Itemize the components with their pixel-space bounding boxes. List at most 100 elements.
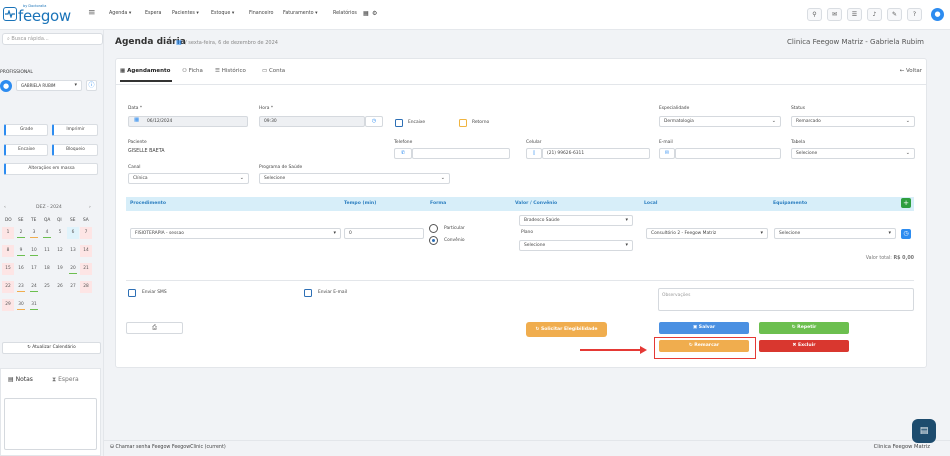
calendar-day[interactable]: 8 (2, 245, 14, 257)
logo-text[interactable]: feegow (18, 7, 71, 25)
programa-select[interactable]: Selecione ⌄ (259, 173, 450, 184)
calendar-day[interactable]: 22 (2, 281, 14, 293)
chat-icon[interactable]: ✎ (887, 8, 902, 21)
calendar-day[interactable]: 28 (80, 281, 92, 293)
print-button[interactable]: ⎙ (126, 322, 183, 334)
calendar-day[interactable]: 1 (2, 227, 14, 239)
imprimir-button[interactable]: Imprimir (52, 124, 98, 136)
link-icon[interactable]: ⚲ (807, 8, 822, 21)
nav-estoque[interactable]: Estoque ▾ (211, 11, 234, 16)
solicitar-elegibilidade-button[interactable]: ↻ Solicitar Elegibilidade (526, 322, 607, 337)
calendar-icon[interactable]: ▦ (176, 39, 182, 46)
calendar-day[interactable]: 10 (28, 245, 40, 257)
calendar-day[interactable]: 4 (41, 227, 53, 239)
espera-tab[interactable]: ⧗ Espera (52, 376, 79, 384)
equipment-schedule-icon[interactable]: ◷ (901, 229, 911, 239)
nav-financeiro[interactable]: Financeiro (249, 11, 274, 16)
calendar-day[interactable]: 30 (15, 299, 27, 311)
tab-historico[interactable]: ☰ Histórico (215, 68, 246, 74)
prev-month-icon[interactable]: ‹ (4, 205, 6, 210)
add-procedure-button[interactable]: + (901, 198, 911, 208)
particular-radio[interactable] (429, 224, 438, 233)
plano-select[interactable]: Selecione ▾ (519, 240, 633, 251)
enviar-sms-checkbox[interactable] (128, 289, 136, 297)
repetir-button[interactable]: ↻ Repetir (759, 322, 849, 334)
next-month-icon[interactable]: › (89, 205, 91, 210)
observacoes-textarea[interactable]: Observações (658, 288, 914, 311)
settings-nav-icon[interactable]: ⚙ (372, 10, 377, 17)
enviar-email-checkbox[interactable] (304, 289, 312, 297)
procedimento-select[interactable]: FISIOTERAPIA - sessao ▾ (130, 228, 341, 239)
grade-button[interactable]: Grade (4, 124, 48, 136)
nav-faturamento[interactable]: Faturamento ▾ (283, 11, 318, 16)
calendar-day[interactable]: 13 (67, 245, 79, 257)
convenio-radio[interactable] (429, 236, 438, 245)
calendar-day[interactable]: 15 (2, 263, 14, 275)
encaixe-button[interactable]: Encaixe (4, 144, 48, 156)
calendar-day[interactable]: 11 (41, 245, 53, 257)
chat-widget-icon[interactable]: ▤ (912, 419, 936, 443)
info-icon[interactable]: ⓘ (86, 80, 97, 91)
date-picker-icon[interactable]: ▦ (134, 117, 139, 123)
retorno-checkbox[interactable] (459, 119, 467, 127)
calendar-day[interactable]: 2 (15, 227, 27, 239)
status-select[interactable]: Remarcado ⌄ (791, 116, 915, 127)
nav-agenda[interactable]: Agenda ▾ (109, 11, 131, 16)
voltar-link[interactable]: ← Voltar (900, 68, 922, 74)
menu-icon[interactable]: ≡ (88, 8, 96, 18)
list-icon[interactable]: ☰ (847, 8, 862, 21)
calendar-day[interactable]: 9 (15, 245, 27, 257)
calendar-day[interactable]: 27 (67, 281, 79, 293)
paciente-value[interactable]: GISELLE BAETA (128, 149, 165, 154)
message-icon[interactable]: ✉ (827, 8, 842, 21)
tempo-input[interactable]: 0 (344, 228, 424, 239)
search-input[interactable]: ⌕ Busca rápida... (2, 33, 103, 45)
canal-select[interactable]: Clínica ⌄ (128, 173, 249, 184)
email-input[interactable] (675, 148, 781, 159)
atualizar-calendario-button[interactable]: ↻ Atualizar Calendário (2, 342, 101, 354)
calendar-day[interactable]: 21 (80, 263, 92, 275)
alteracoes-massa-button[interactable]: Alterações em massa (4, 163, 98, 175)
telefone-input[interactable] (412, 148, 510, 159)
convenio-select[interactable]: Bradesco Saúde ▾ (519, 215, 633, 226)
bell-icon[interactable]: ♪ (867, 8, 882, 21)
tab-ficha[interactable]: ⚇ Ficha (182, 68, 203, 74)
equipamento-select[interactable]: Selecione ▾ (774, 228, 896, 239)
calendar-day[interactable]: 17 (28, 263, 40, 275)
especialidade-select[interactable]: Dermatologia ⌄ (659, 116, 781, 127)
calendar-day[interactable]: 24 (28, 281, 40, 293)
calendar-day[interactable]: 23 (15, 281, 27, 293)
help-icon[interactable]: ? (907, 8, 922, 21)
celular-input[interactable]: (21) 99626-6311 (542, 148, 650, 159)
calendar-day[interactable]: 19 (54, 263, 66, 275)
calendar-day[interactable]: 6 (67, 227, 79, 239)
nav-relatorios[interactable]: Relatórios (333, 11, 357, 16)
user-avatar[interactable]: ● (931, 8, 944, 21)
calendar-day[interactable]: 20 (67, 263, 79, 275)
bloqueio-button[interactable]: Bloqueio (52, 144, 98, 156)
calendar-day[interactable]: 12 (54, 245, 66, 257)
nav-espera[interactable]: Espera (145, 11, 161, 16)
calendar-day[interactable]: 14 (80, 245, 92, 257)
encaixe-checkbox[interactable] (395, 119, 403, 127)
calendar-day[interactable]: 18 (41, 263, 53, 275)
calendar-day[interactable]: 5 (54, 227, 66, 239)
calendar-day[interactable]: 25 (41, 281, 53, 293)
calendar-day[interactable]: 16 (15, 263, 27, 275)
profissional-select[interactable]: GABRIELA RUBIM ▾ (16, 80, 82, 91)
hora-input[interactable]: 09:30 (259, 116, 365, 127)
data-input[interactable]: 06/12/2024 (128, 116, 248, 127)
clock-icon[interactable]: ◷ (365, 116, 383, 127)
footer-left[interactable]: ⛁ Chamar senha Feegow FeegowClinic (curr… (110, 445, 226, 450)
nav-pacientes[interactable]: Pacientes ▾ (172, 11, 199, 16)
local-select[interactable]: Consultório 2 - Feegow Matriz ▾ (646, 228, 768, 239)
calendar-day[interactable]: 3 (28, 227, 40, 239)
notes-textarea[interactable] (4, 398, 97, 450)
calendar-day[interactable]: 29 (2, 299, 14, 311)
notes-tab[interactable]: ▤ Notas (8, 376, 33, 383)
calendar-day[interactable]: 31 (28, 299, 40, 311)
feegow-logo-icon[interactable] (3, 7, 17, 21)
excluir-button[interactable]: ✖ Excluir (759, 340, 849, 352)
calendar-nav-icon[interactable]: ▦ (363, 10, 369, 17)
tab-conta[interactable]: ▭ Conta (262, 68, 285, 74)
